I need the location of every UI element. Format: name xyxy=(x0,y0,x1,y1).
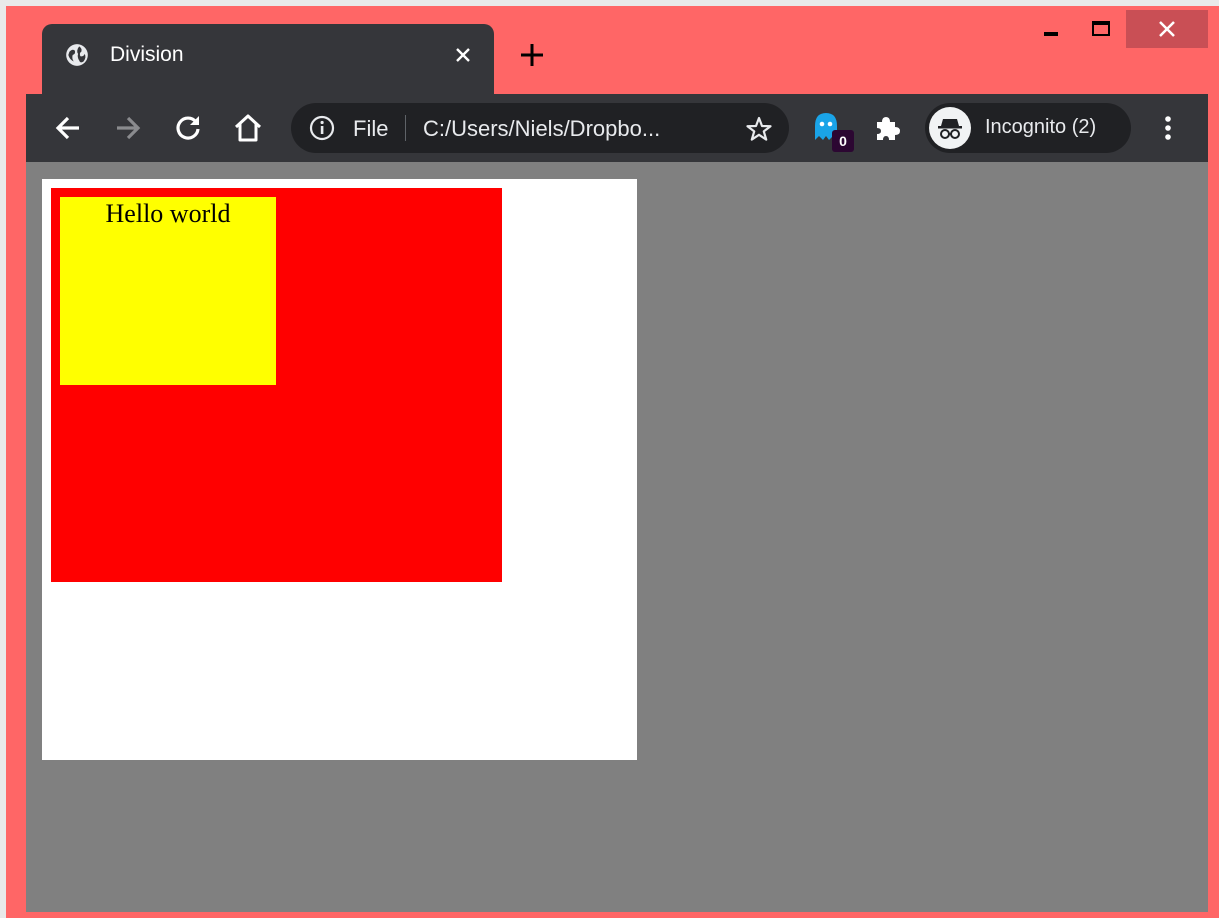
incognito-profile-button[interactable]: Incognito (2) xyxy=(925,103,1131,153)
ghostery-badge: 0 xyxy=(832,130,854,152)
maximize-button[interactable] xyxy=(1079,10,1123,48)
incognito-label: Incognito (2) xyxy=(985,116,1097,138)
star-icon[interactable] xyxy=(745,115,773,143)
forward-button[interactable] xyxy=(108,108,148,148)
minimize-button[interactable] xyxy=(1029,10,1073,48)
window-close-button[interactable] xyxy=(1126,10,1208,48)
hello-world-text: Hello world xyxy=(105,199,231,228)
back-button[interactable] xyxy=(48,108,88,148)
incognito-icon xyxy=(929,107,971,149)
forward-arrow-icon xyxy=(117,116,141,140)
reload-icon xyxy=(176,116,200,140)
outer-white-div: Hello world xyxy=(42,179,637,760)
yellow-div: Hello world xyxy=(60,197,276,385)
address-bar[interactable]: File C:/Users/Niels/Dropbo... xyxy=(291,103,789,153)
browser-window: Division File C:/Users/Niels/Dropbo... 0… xyxy=(0,0,1219,918)
minimize-icon xyxy=(1044,32,1058,36)
scheme-label: File xyxy=(353,116,389,141)
extensions-icon[interactable] xyxy=(871,112,903,144)
plus-icon xyxy=(521,44,543,66)
omnibox-divider xyxy=(405,115,406,141)
info-icon[interactable] xyxy=(309,115,335,141)
globe-icon xyxy=(64,42,90,68)
home-icon xyxy=(234,114,262,142)
page-viewport: Hello world xyxy=(26,162,1208,912)
tab-title: Division xyxy=(110,43,184,66)
maximize-icon xyxy=(1092,21,1110,36)
browser-toolbar: File C:/Users/Niels/Dropbo... 0 Incognit… xyxy=(26,94,1208,162)
reload-button[interactable] xyxy=(168,108,208,148)
kebab-menu-icon[interactable] xyxy=(1153,110,1183,146)
tab-division[interactable]: Division xyxy=(42,24,494,94)
close-icon xyxy=(1159,21,1175,37)
tab-close-icon[interactable] xyxy=(450,42,476,68)
home-button[interactable] xyxy=(228,108,268,148)
new-tab-button[interactable] xyxy=(516,39,548,71)
red-div: Hello world xyxy=(51,188,502,582)
url-text[interactable]: C:/Users/Niels/Dropbo... xyxy=(423,116,660,142)
back-arrow-icon xyxy=(55,116,79,140)
